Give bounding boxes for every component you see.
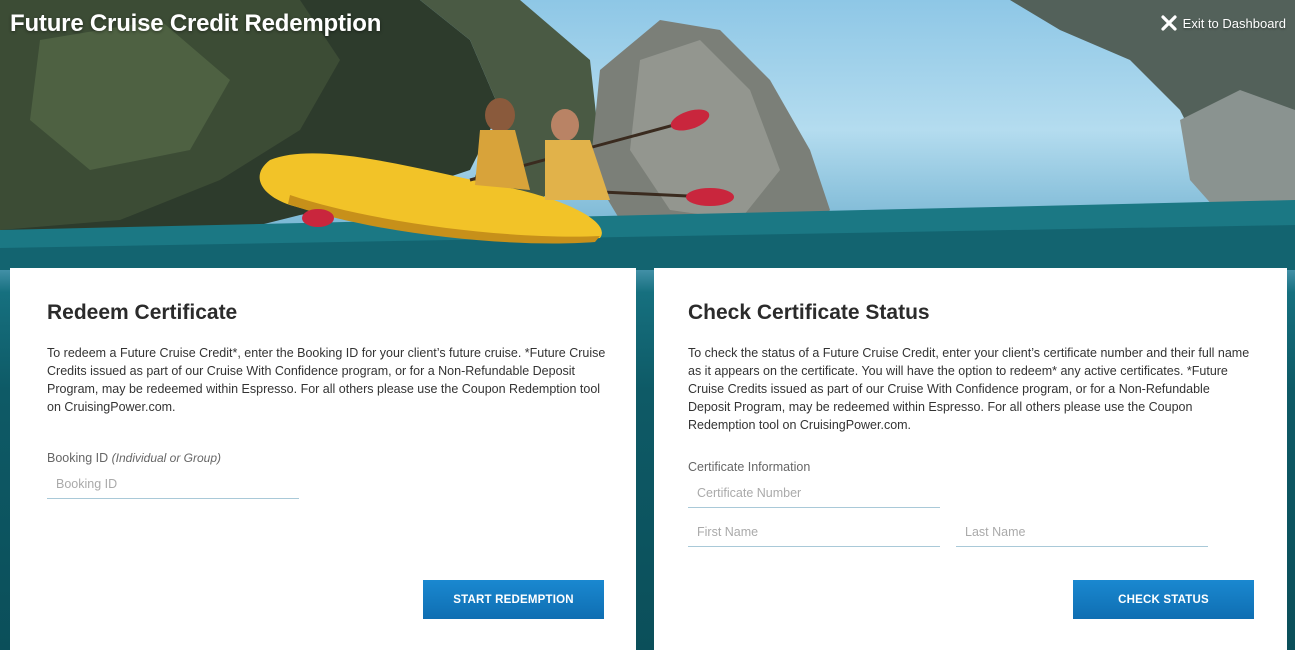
check-status-button[interactable]: CHECK STATUS <box>1073 580 1254 619</box>
booking-id-label-text: Booking ID <box>47 451 109 465</box>
booking-id-input[interactable] <box>47 469 299 499</box>
redeem-description: To redeem a Future Cruise Credit*, enter… <box>47 346 606 414</box>
close-icon <box>1161 15 1177 31</box>
app-title: Future Cruise Credit Redemption <box>10 10 382 37</box>
first-name-input[interactable] <box>688 517 940 547</box>
booking-id-hint: (Individual or Group) <box>111 451 222 465</box>
redeem-certificate-panel: Redeem Certificate To redeem a Future Cr… <box>10 268 636 650</box>
check-certificate-status-panel: Check Certificate Status To check the st… <box>654 268 1287 650</box>
exit-to-dashboard-link[interactable]: Exit to Dashboard <box>1161 15 1286 31</box>
booking-id-label: Booking ID (Individual or Group) <box>47 451 221 465</box>
certificate-information-label: Certificate Information <box>688 460 811 474</box>
status-description: To check the status of a Future Cruise C… <box>688 346 1250 432</box>
page: Future Cruise Credit Redemption Exit to … <box>0 0 1295 650</box>
status-heading: Check Certificate Status <box>688 301 930 324</box>
exit-label: Exit to Dashboard <box>1182 15 1286 31</box>
redeem-heading: Redeem Certificate <box>47 301 238 324</box>
start-redemption-button[interactable]: START REDEMPTION <box>423 580 604 619</box>
certificate-number-input[interactable] <box>688 478 940 508</box>
last-name-input[interactable] <box>956 517 1208 547</box>
